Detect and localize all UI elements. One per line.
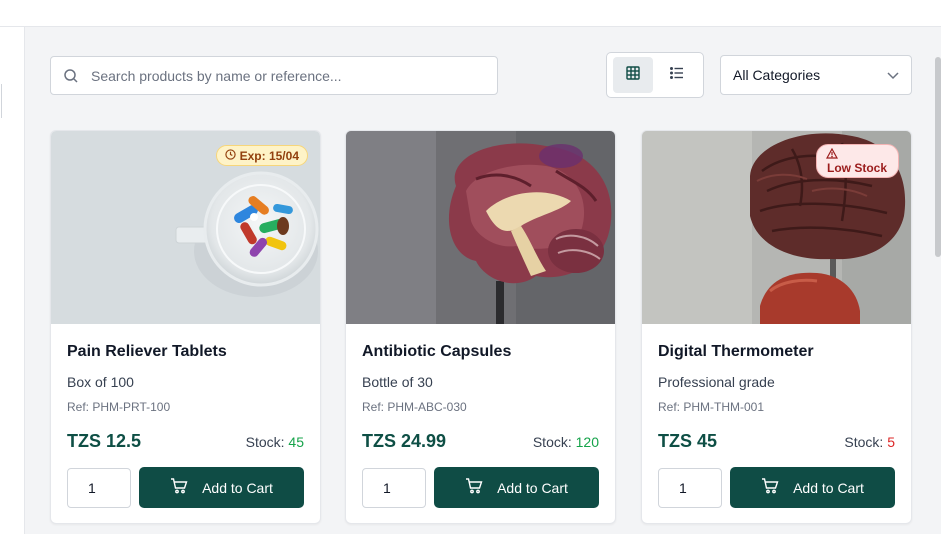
add-to-cart-button[interactable]: Add to Cart	[730, 467, 895, 508]
product-card[interactable]: Low Stock Digital Thermometer Profession…	[641, 130, 912, 524]
stock-count: 5	[887, 434, 895, 450]
product-price: TZS 45	[658, 431, 718, 451]
low-stock-badge: Low Stock	[816, 144, 899, 178]
product-stock: Stock: 45	[246, 434, 304, 450]
expiry-badge: Exp: 15/04	[215, 145, 308, 166]
top-header	[0, 0, 941, 27]
product-reference: Ref: PHM-PRT-100	[67, 400, 171, 414]
stock-label: Stock:	[532, 434, 572, 450]
quantity-input[interactable]	[67, 468, 131, 508]
clock-icon	[224, 148, 236, 163]
alert-triangle-icon	[825, 147, 839, 162]
quantity-input[interactable]	[658, 468, 722, 508]
product-stock: Stock: 120	[533, 434, 599, 450]
stock-label: Stock:	[245, 434, 285, 450]
search-icon	[51, 68, 91, 84]
product-name: Pain Reliever Tablets	[67, 343, 227, 360]
search-input[interactable]	[91, 57, 497, 94]
list-view-button[interactable]	[657, 57, 697, 93]
expiry-badge-text: Exp: 15/04	[239, 148, 299, 163]
cart-icon	[170, 478, 188, 497]
grid-view-button[interactable]	[613, 57, 653, 93]
grid-icon	[626, 65, 640, 85]
product-description: Professional grade	[658, 374, 775, 390]
sidebar-edge-marker	[0, 84, 2, 118]
product-image	[346, 131, 615, 324]
cart-icon	[761, 478, 779, 497]
quantity-input[interactable]	[362, 468, 426, 508]
product-description: Box of 100	[67, 374, 134, 390]
add-to-cart-button[interactable]: Add to Cart	[139, 467, 304, 508]
product-name: Antibiotic Capsules	[362, 343, 512, 360]
cart-icon	[465, 478, 483, 497]
search-bar[interactable]	[50, 56, 498, 95]
product-card[interactable]: Exp: 15/04 Pain Reliever Tablets Box of …	[50, 130, 321, 524]
chevron-down-icon	[887, 67, 899, 83]
sidebar	[0, 27, 25, 534]
stock-count: 120	[575, 434, 599, 450]
product-reference: Ref: PHM-ABC-030	[362, 400, 467, 414]
category-select-value: All Categories	[733, 67, 821, 83]
add-to-cart-label: Add to Cart	[497, 479, 568, 496]
add-to-cart-button[interactable]: Add to Cart	[434, 467, 599, 508]
stock-count: 45	[288, 434, 304, 450]
product-price: TZS 12.5	[67, 431, 142, 451]
product-price: TZS 24.99	[362, 431, 447, 451]
category-select[interactable]: All Categories	[720, 55, 912, 95]
product-stock: Stock: 5	[844, 434, 895, 450]
product-description: Bottle of 30	[362, 374, 433, 390]
scrollbar[interactable]	[935, 57, 941, 257]
add-to-cart-label: Add to Cart	[202, 479, 273, 496]
header-cutoff	[620, 0, 900, 4]
product-name: Digital Thermometer	[658, 343, 814, 360]
product-reference: Ref: PHM-THM-001	[658, 400, 765, 414]
product-card[interactable]: Antibiotic Capsules Bottle of 30 Ref: PH…	[345, 130, 616, 524]
low-stock-badge-text: Low Stock	[827, 161, 888, 175]
list-icon	[669, 66, 684, 84]
stock-label: Stock:	[844, 434, 884, 450]
view-toggle	[606, 52, 704, 98]
add-to-cart-label: Add to Cart	[793, 479, 864, 496]
